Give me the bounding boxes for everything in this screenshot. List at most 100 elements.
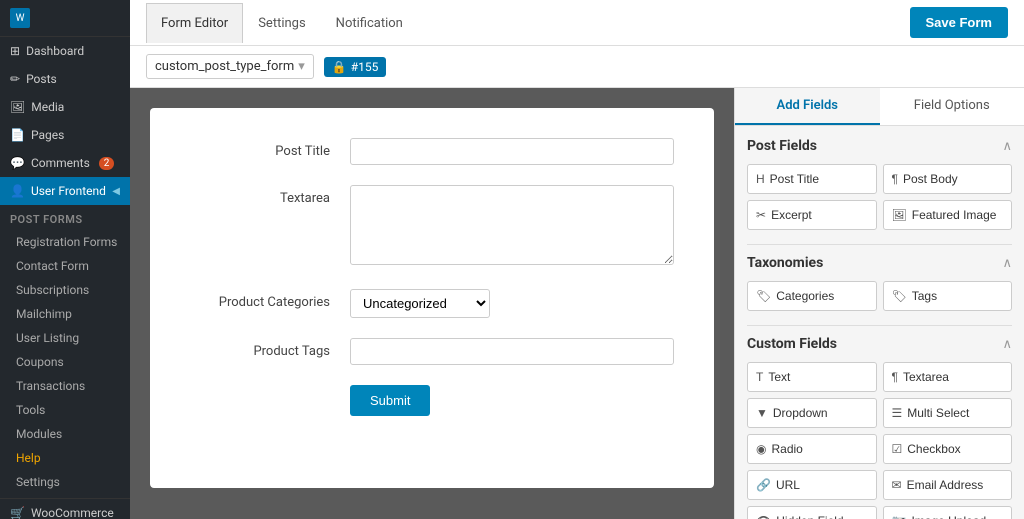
textarea-input-wrap [350, 185, 674, 269]
sidebar-sub-settings[interactable]: Settings [0, 470, 130, 494]
media-icon: 🖼 [10, 100, 25, 114]
btn-image-upload[interactable]: 📷 Image Upload [883, 506, 1013, 519]
pages-icon: 📄 [10, 128, 25, 142]
sidebar: W ⊞ Dashboard ✏ Posts 🖼 Media 📄 Pages 💬 … [0, 0, 130, 519]
image-upload-icon: 📷 [892, 514, 907, 519]
posts-icon: ✏ [10, 72, 20, 86]
checkbox-icon: ☑ [892, 442, 903, 456]
textarea-input[interactable] [350, 185, 674, 265]
btn-multi-select[interactable]: ☰ Multi Select [883, 398, 1013, 428]
product-tags-input[interactable] [350, 338, 674, 365]
comments-icon: 💬 [10, 156, 25, 170]
product-categories-input-wrap: Uncategorized [350, 289, 674, 318]
btn-featured-image[interactable]: 🖼 Featured Image [883, 200, 1013, 230]
submit-button[interactable]: Submit [350, 385, 430, 416]
textarea-label: Textarea [190, 185, 330, 206]
divider-1 [747, 244, 1012, 245]
tab-settings[interactable]: Settings [243, 3, 320, 43]
tab-form-editor[interactable]: Form Editor [146, 3, 243, 43]
form-id-badge: 🔒 #155 [324, 57, 387, 77]
sidebar-sub-mailchimp[interactable]: Mailchimp [0, 302, 130, 326]
sidebar-sub-transactions[interactable]: Transactions [0, 374, 130, 398]
form-dropdown[interactable]: custom_post_type_form ▾ [146, 54, 314, 79]
post-fields-buttons: H Post Title ¶ Post Body ✂ Excerpt 🖼 [747, 164, 1012, 230]
sidebar-label: Pages [31, 128, 64, 142]
email-icon: ✉ [892, 478, 902, 492]
multi-select-icon: ☰ [892, 406, 903, 420]
woocommerce-label: WooCommerce [31, 506, 114, 519]
save-button[interactable]: Save Form [910, 7, 1008, 38]
btn-url[interactable]: 🔗 URL [747, 470, 877, 500]
tab-add-fields[interactable]: Add Fields [735, 88, 880, 125]
sidebar-item-comments[interactable]: 💬 Comments 2 [0, 149, 130, 177]
form-selector-bar: custom_post_type_form ▾ 🔒 #155 [130, 46, 1024, 88]
product-categories-select[interactable]: Uncategorized [350, 289, 490, 318]
sidebar-item-posts[interactable]: ✏ Posts [0, 65, 130, 93]
topbar: Form Editor Settings Notification Save F… [130, 0, 1024, 46]
taxonomies-buttons: 🏷 Categories 🏷 Tags [747, 281, 1012, 311]
textarea-icon: ¶ [892, 370, 898, 384]
btn-email-address[interactable]: ✉ Email Address [883, 470, 1013, 500]
sidebar-sub-user-listing[interactable]: User Listing [0, 326, 130, 350]
form-preview: Post Title Textarea Product Categories [130, 88, 734, 519]
scissors-icon: ✂ [756, 208, 766, 222]
dashboard-icon: ⊞ [10, 44, 20, 58]
dropdown-icon: ▼ [756, 406, 768, 420]
product-tags-input-wrap [350, 338, 674, 365]
btn-post-title[interactable]: H Post Title [747, 164, 877, 194]
sidebar-item-media[interactable]: 🖼 Media [0, 93, 130, 121]
custom-fields-section: Custom Fields ∧ T Text ¶ Textarea [747, 336, 1012, 519]
image-icon: 🖼 [892, 208, 907, 222]
btn-textarea[interactable]: ¶ Textarea [883, 362, 1013, 392]
custom-fields-toggle[interactable]: ∧ [1002, 337, 1012, 352]
field-row-post-title: Post Title [190, 138, 674, 165]
hidden-icon: 👁 [756, 514, 771, 519]
btn-hidden-field[interactable]: 👁 Hidden Field [747, 506, 877, 519]
sidebar-item-user-frontend[interactable]: 👤 User Frontend ◀ [0, 177, 130, 205]
btn-categories[interactable]: 🏷 Categories [747, 281, 877, 311]
sidebar-sub-help[interactable]: Help [0, 446, 130, 470]
field-row-textarea: Textarea [190, 185, 674, 269]
field-row-product-tags: Product Tags [190, 338, 674, 365]
form-canvas: Post Title Textarea Product Categories [150, 108, 714, 488]
sidebar-item-dashboard[interactable]: ⊞ Dashboard [0, 37, 130, 65]
radio-icon: ◉ [756, 442, 766, 456]
tab-field-options[interactable]: Field Options [880, 88, 1024, 125]
sidebar-logo: W [0, 0, 130, 37]
sidebar-sub-tools[interactable]: Tools [0, 398, 130, 422]
woocommerce-icon: 🛒 [10, 506, 25, 519]
submit-row: Submit [190, 385, 674, 416]
sidebar-item-woocommerce[interactable]: 🛒 WooCommerce [0, 498, 130, 519]
post-title-input[interactable] [350, 138, 674, 165]
taxonomies-toggle[interactable]: ∧ [1002, 256, 1012, 271]
product-categories-label: Product Categories [190, 289, 330, 310]
sidebar-item-pages[interactable]: 📄 Pages [0, 121, 130, 149]
sidebar-sub-registration-forms[interactable]: Registration Forms [0, 230, 130, 254]
sidebar-sub-coupons[interactable]: Coupons [0, 350, 130, 374]
btn-tags[interactable]: 🏷 Tags [883, 281, 1013, 311]
chevron-right-icon: ◀ [112, 186, 120, 197]
btn-excerpt[interactable]: ✂ Excerpt [747, 200, 877, 230]
tab-notification[interactable]: Notification [321, 3, 418, 43]
post-fields-section: Post Fields ∧ H Post Title ¶ Post Body [747, 138, 1012, 230]
custom-fields-buttons: T Text ¶ Textarea ▼ Dropdown ☰ [747, 362, 1012, 519]
custom-fields-title: Custom Fields [747, 336, 837, 352]
post-forms-section: Post Forms [0, 205, 130, 230]
sidebar-label: Dashboard [26, 44, 84, 58]
form-name: custom_post_type_form [155, 59, 294, 74]
post-fields-header: Post Fields ∧ [747, 138, 1012, 154]
user-frontend-icon: 👤 [10, 184, 25, 198]
sidebar-sub-subscriptions[interactable]: Subscriptions [0, 278, 130, 302]
btn-dropdown[interactable]: ▼ Dropdown [747, 398, 877, 428]
btn-radio[interactable]: ◉ Radio [747, 434, 877, 464]
sidebar-label: Media [31, 100, 64, 114]
custom-fields-header: Custom Fields ∧ [747, 336, 1012, 352]
wp-icon: W [10, 8, 30, 28]
tags-icon: 🏷 [892, 289, 907, 303]
sidebar-sub-modules[interactable]: Modules [0, 422, 130, 446]
post-fields-toggle[interactable]: ∧ [1002, 139, 1012, 154]
btn-checkbox[interactable]: ☑ Checkbox [883, 434, 1013, 464]
btn-text[interactable]: T Text [747, 362, 877, 392]
btn-post-body[interactable]: ¶ Post Body [883, 164, 1013, 194]
sidebar-sub-contact-form[interactable]: Contact Form [0, 254, 130, 278]
